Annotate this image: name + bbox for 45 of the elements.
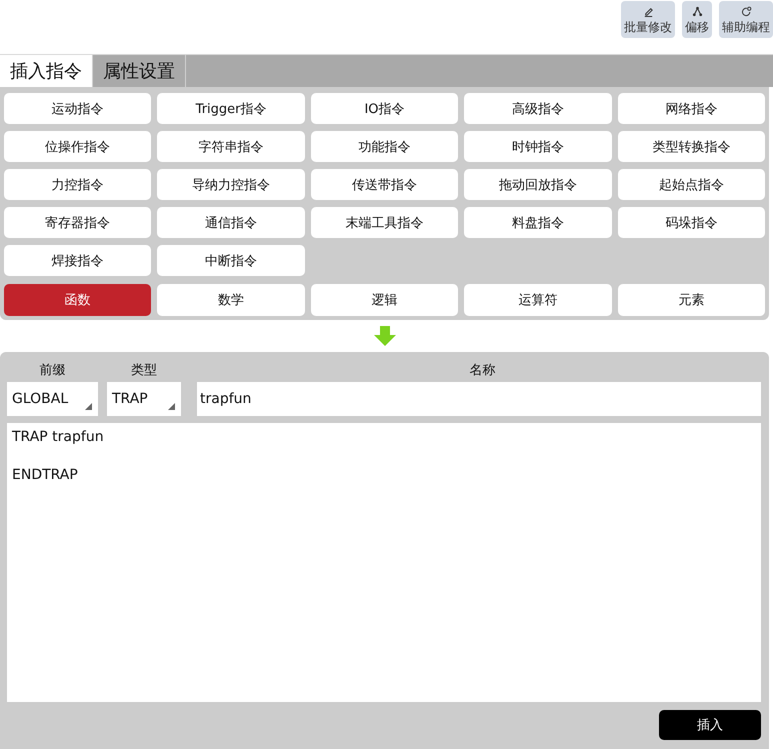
instruction-group-button[interactable]: 类型转换指令 (618, 131, 765, 162)
instruction-group-button[interactable]: 字符串指令 (157, 131, 305, 162)
instruction-group-button[interactable]: 料盘指令 (464, 207, 612, 238)
caret-icon (168, 403, 175, 410)
category-button[interactable]: 逻辑 (310, 284, 458, 316)
instruction-group-button[interactable]: 力控指令 (4, 169, 152, 200)
tab[interactable]: 插入指令 (0, 55, 93, 87)
arc-with-dot-icon (740, 6, 752, 16)
instruction-group-button[interactable]: 末端工具指令 (310, 207, 458, 238)
category-button[interactable]: 数学 (157, 284, 305, 316)
instruction-group-button[interactable]: 功能指令 (310, 131, 458, 162)
prefix-select[interactable]: GLOBAL (7, 382, 98, 416)
instruction-group-button[interactable]: 传送带指令 (310, 169, 458, 200)
category-button[interactable]: 函数 (4, 284, 152, 316)
category-button[interactable]: 元素 (618, 284, 765, 316)
type-label: 类型 (131, 362, 157, 379)
down-arrow-icon (374, 326, 396, 346)
category-button[interactable]: 运算符 (464, 284, 612, 316)
toolbar-button[interactable]: 批量修改 (621, 1, 675, 38)
insert-button[interactable]: 插入 (659, 710, 761, 740)
instruction-group-button[interactable]: 网络指令 (618, 93, 765, 124)
caret-icon (85, 403, 92, 410)
toolbar-button[interactable]: 辅助编程 (719, 1, 773, 38)
instruction-group-button[interactable]: 导纳力控指令 (157, 169, 305, 200)
prefix-label: 前缀 (40, 362, 66, 379)
instruction-group-button[interactable]: 起始点指令 (618, 169, 765, 200)
instruction-group-button[interactable]: Trigger指令 (157, 93, 305, 124)
name-label: 名称 (470, 362, 496, 379)
instruction-group-button[interactable]: 运动指令 (4, 93, 152, 124)
instruction-group-button[interactable]: 中断指令 (157, 245, 305, 276)
code-field[interactable]: TRAP trapfun ENDTRAP (7, 423, 761, 702)
type-select[interactable]: TRAP (107, 382, 181, 416)
instruction-group-button[interactable]: 寄存器指令 (4, 207, 152, 238)
instruction-group-button[interactable]: 焊接指令 (4, 245, 152, 276)
pencil-icon (642, 6, 654, 16)
instruction-group-button[interactable]: IO指令 (310, 93, 458, 124)
name-input[interactable]: trapfun (197, 382, 761, 416)
node-graph-icon (692, 6, 702, 16)
instruction-group-button[interactable]: 时钟指令 (464, 131, 612, 162)
instruction-group-button[interactable]: 码垛指令 (618, 207, 765, 238)
instruction-group-button[interactable]: 拖动回放指令 (464, 169, 612, 200)
instruction-group-button[interactable]: 通信指令 (157, 207, 305, 238)
toolbar-button[interactable]: 偏移 (682, 1, 712, 38)
instruction-group-button[interactable]: 高级指令 (464, 93, 612, 124)
instruction-group-button[interactable]: 位操作指令 (4, 131, 152, 162)
